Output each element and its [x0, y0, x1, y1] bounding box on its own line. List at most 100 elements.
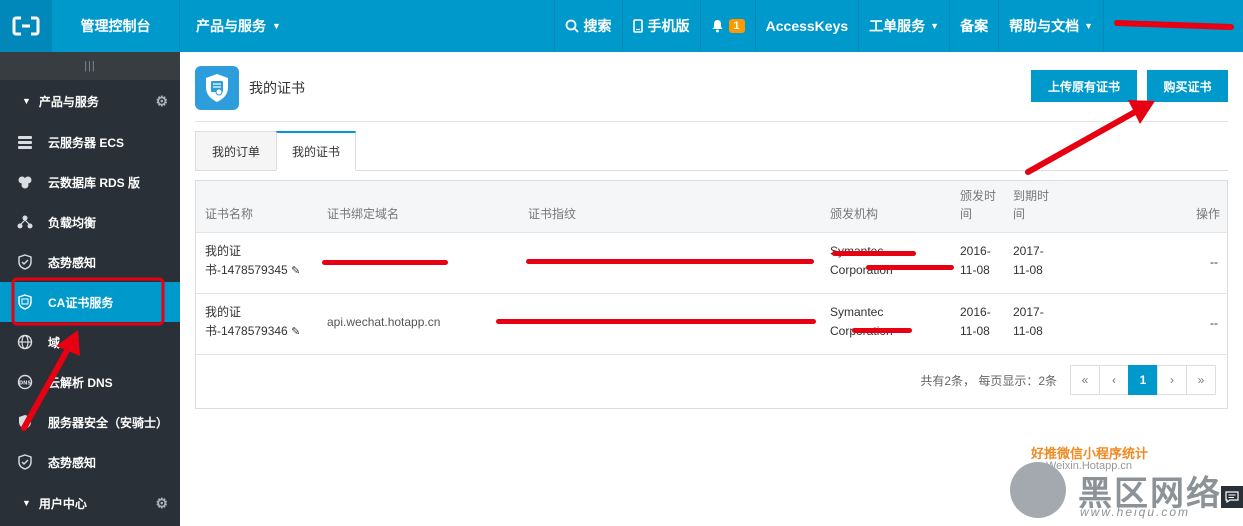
cert-name-line2: 书-1478579346: [205, 324, 288, 338]
redaction-mark: [322, 260, 448, 265]
sidebar-group-label: 用户中心: [38, 496, 87, 511]
products-menu[interactable]: 产品与服务 ▼: [180, 0, 297, 52]
sidebar-item-label: 服务器安全（安骑士）: [48, 415, 169, 430]
globe-icon: [16, 333, 34, 351]
table-header: 证书名称 证书绑定域名 证书指纹 颁发机构 颁发时间 到期时间 操作: [196, 181, 1227, 233]
top-bar: 管理控制台 产品与服务 ▼ 搜索 手机版 1 AccessKeys 工单服务 ▼…: [0, 0, 1243, 52]
main-content: 我的证书 上传原有证书 购买证书 我的订单 我的证书 证书名称 证书绑定域名 证…: [180, 52, 1243, 526]
notification-badge: 1: [728, 19, 745, 33]
header-expire-time: 到期时间: [1013, 189, 1050, 221]
watermark-url: www.heiqu.com: [1080, 505, 1191, 519]
ticket-menu[interactable]: 工单服务 ▼: [858, 0, 949, 52]
mobile-button[interactable]: 手机版: [621, 0, 700, 52]
sidebar-group-user[interactable]: ▼ 用户中心 ⚙: [0, 482, 180, 524]
bell-icon: [712, 20, 723, 33]
page-title: 我的证书: [249, 80, 305, 96]
pagination: « ‹ 1 › »: [1070, 365, 1216, 395]
sidebar-item-rds[interactable]: 云数据库 RDS 版: [0, 162, 180, 202]
sidebar-item-ecs[interactable]: 云服务器 ECS: [0, 122, 180, 162]
cert-action-cell: --: [1210, 255, 1218, 269]
chevron-down-icon: ▼: [22, 96, 31, 106]
cert-issue-time-cell: 2016- 11-08: [960, 242, 991, 280]
sidebar-item-ca-cert[interactable]: CA证书服务: [0, 282, 180, 322]
chat-icon[interactable]: [1221, 486, 1243, 508]
sidebar-item-label: 云数据库 RDS 版: [48, 175, 141, 190]
first-page-button[interactable]: «: [1070, 365, 1100, 395]
cert-domain-cell: api.wechat.hotapp.cn: [327, 315, 441, 329]
buy-certificate-button[interactable]: 购买证书: [1147, 70, 1228, 102]
expire-time-line2: 11-08: [1013, 324, 1043, 338]
sidebar: ||| ▼ 产品与服务 ⚙ 云服务器 ECS 云数据库 RDS 版 负载均衡 态…: [0, 52, 180, 526]
sidebar-item-slb[interactable]: 负载均衡: [0, 202, 180, 242]
beian-link[interactable]: 备案: [949, 0, 998, 52]
issue-time-line1: 2016-: [960, 244, 991, 258]
chevron-down-icon: ▼: [272, 21, 281, 31]
help-label: 帮助与文档: [1009, 18, 1080, 34]
cert-expire-time-cell: 2017- 11-08: [1013, 303, 1044, 341]
cert-issuer-cell: Symantec Corporation: [830, 242, 893, 280]
issue-time-line2: 11-08: [960, 263, 990, 277]
sidebar-collapse-handle[interactable]: |||: [0, 52, 180, 80]
user-account-menu[interactable]: [1103, 0, 1243, 52]
cert-action-cell: --: [1210, 316, 1218, 330]
chevron-down-icon: ▼: [930, 21, 940, 31]
aliyun-logo-icon[interactable]: [0, 0, 52, 52]
redaction-mark: [832, 251, 916, 256]
svg-text:DNS: DNS: [19, 381, 31, 387]
sidebar-item-label: 态势感知: [48, 255, 97, 270]
issue-time-line1: 2016-: [960, 305, 991, 319]
notification-button[interactable]: 1: [699, 0, 755, 52]
sidebar-item-label: 云解析 DNS: [48, 375, 113, 390]
shield-icon: [16, 413, 34, 431]
search-label: 搜索: [583, 18, 612, 34]
sidebar-item-label: 云服务器 ECS: [48, 135, 125, 150]
sidebar-group-label: 产品与服务: [38, 94, 99, 109]
ticket-label: 工单服务: [869, 18, 926, 34]
sidebar-group-products[interactable]: ▼ 产品与服务 ⚙: [0, 80, 180, 122]
sidebar-item-label: 态势感知: [48, 455, 97, 470]
cert-expire-time-cell: 2017- 11-08: [1013, 242, 1044, 280]
gear-icon[interactable]: ⚙: [155, 93, 168, 110]
header-fingerprint: 证书指纹: [528, 207, 577, 221]
edit-pencil-icon[interactable]: ✎: [291, 326, 300, 338]
last-page-button[interactable]: »: [1186, 365, 1216, 395]
mobile-label: 手机版: [647, 18, 690, 34]
redaction-mark: [866, 265, 954, 270]
page-1-button[interactable]: 1: [1128, 365, 1158, 395]
cert-name-line2: 书-1478579345: [205, 263, 288, 277]
tab-my-certificates[interactable]: 我的证书: [276, 131, 356, 171]
prev-page-button[interactable]: ‹: [1099, 365, 1129, 395]
upload-certificate-button[interactable]: 上传原有证书: [1031, 70, 1137, 102]
redaction-mark: [496, 319, 816, 324]
header-name: 证书名称: [205, 207, 254, 221]
next-page-button[interactable]: ›: [1157, 365, 1187, 395]
search-button[interactable]: 搜索: [553, 0, 622, 52]
issue-time-line2: 11-08: [960, 324, 990, 338]
expire-time-line2: 11-08: [1013, 263, 1043, 277]
tab-my-orders[interactable]: 我的订单: [195, 131, 277, 171]
expire-time-line1: 2017-: [1013, 305, 1044, 319]
sidebar-item-domain[interactable]: 域: [0, 322, 180, 362]
accesskeys-link[interactable]: AccessKeys: [754, 0, 859, 52]
cert-issue-time-cell: 2016- 11-08: [960, 303, 991, 341]
gear-icon[interactable]: ⚙: [155, 495, 168, 512]
help-menu[interactable]: 帮助与文档 ▼: [998, 0, 1103, 52]
sidebar-item-dns[interactable]: DNS 云解析 DNS: [0, 362, 180, 402]
sidebar-item-situation-2[interactable]: 态势感知: [0, 442, 180, 482]
edit-pencil-icon[interactable]: ✎: [291, 265, 300, 277]
table-row: 我的证 书-1478579346 ✎ api.wechat.hotapp.cn …: [196, 294, 1227, 355]
shield-check-icon: [16, 453, 34, 471]
redaction-mark: [526, 259, 814, 264]
cert-name-cell: 我的证 书-1478579345 ✎: [205, 242, 300, 281]
console-title-link[interactable]: 管理控制台: [52, 0, 180, 52]
sidebar-item-aegis[interactable]: 服务器安全（安骑士）: [0, 402, 180, 442]
watermark-logo-icon: [1010, 462, 1066, 518]
cert-issuer-cell: Symantec Corporation: [830, 303, 893, 341]
sidebar-item-situation[interactable]: 态势感知: [0, 242, 180, 282]
cert-issuer-line1: Symantec: [830, 305, 884, 319]
sidebar-item-label: CA证书服务: [48, 295, 114, 310]
shield-check-icon: [16, 253, 34, 271]
chevron-down-icon: ▼: [1084, 21, 1093, 31]
header-action: 操作: [1196, 207, 1221, 221]
products-menu-label: 产品与服务: [196, 18, 266, 34]
